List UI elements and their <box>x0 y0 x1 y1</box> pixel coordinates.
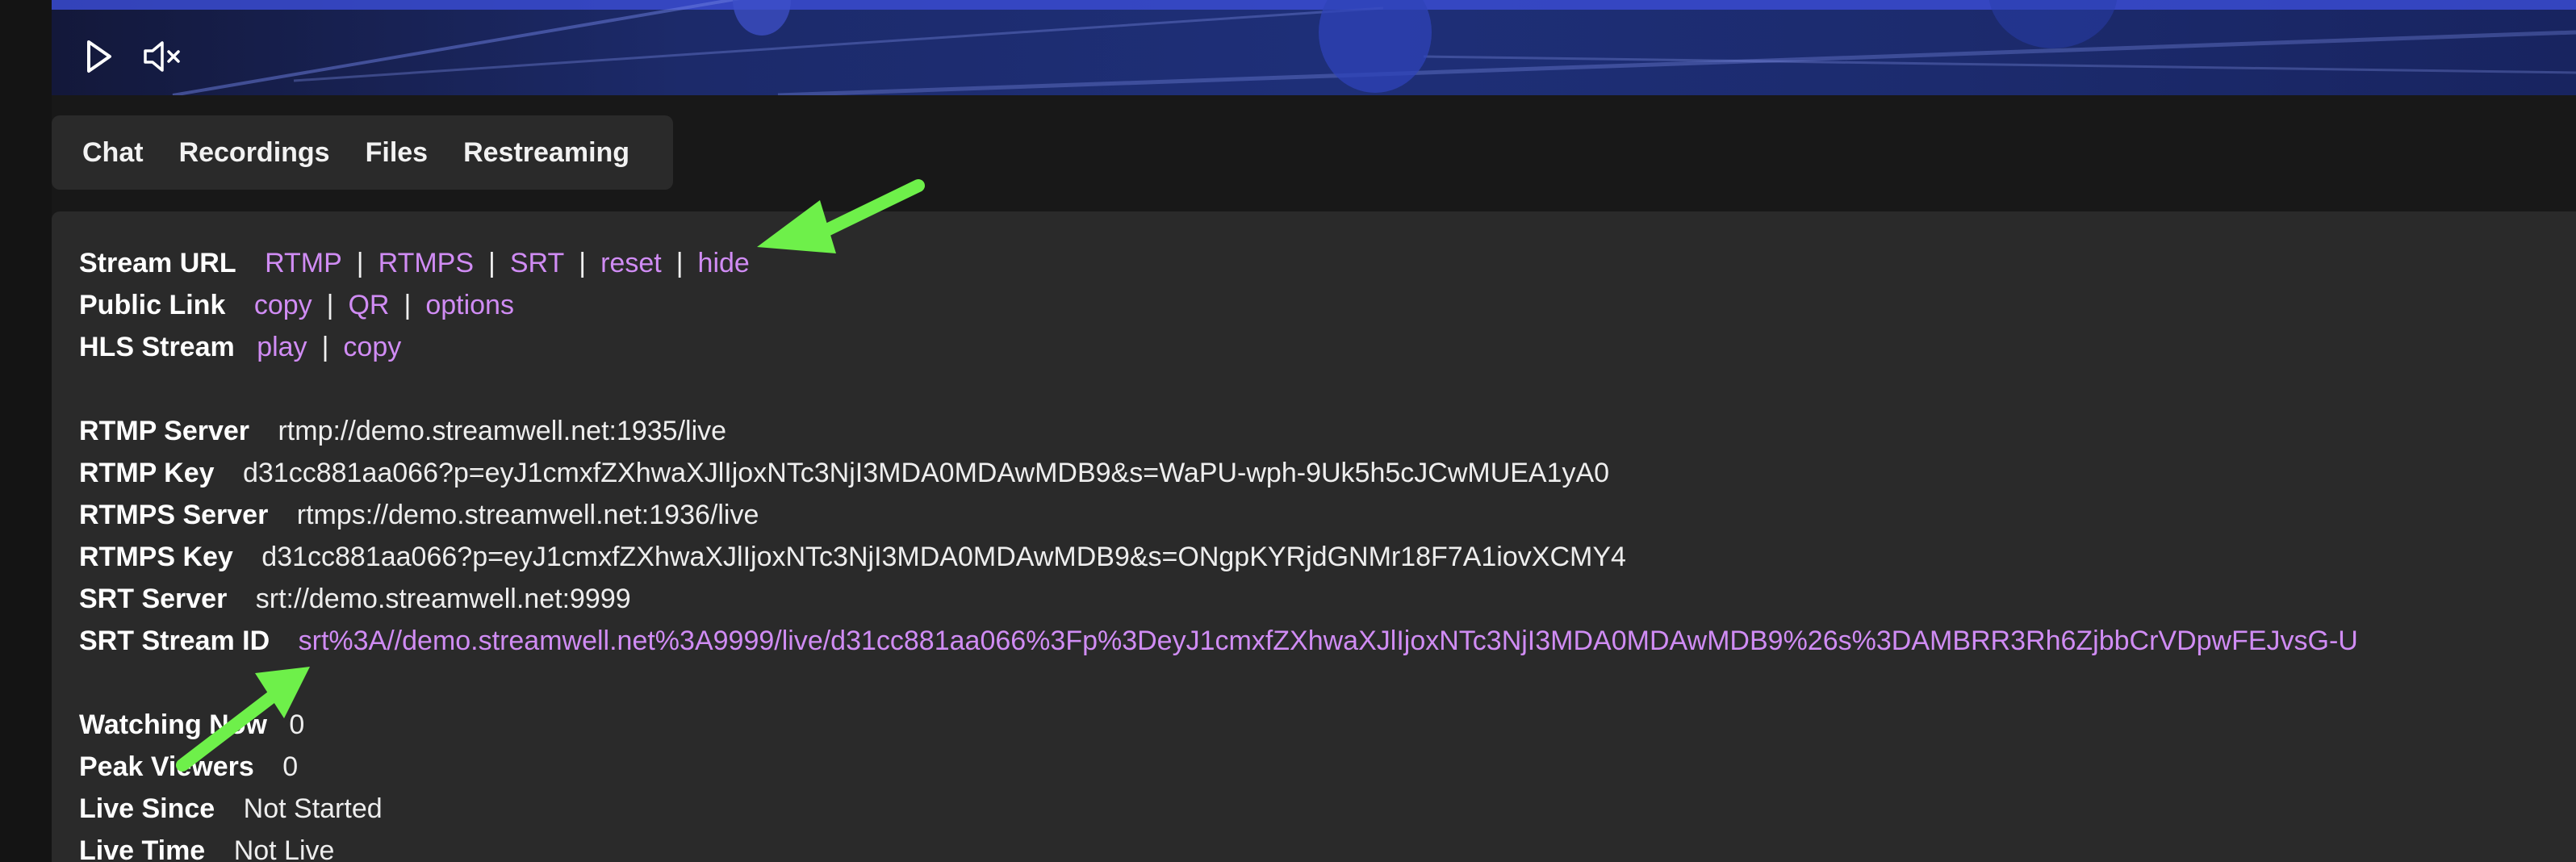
rtmp-server-row: RTMP Server rtmp://demo.streamwell.net:1… <box>79 410 2358 452</box>
volume-muted-icon <box>144 41 180 72</box>
watching-now-label: Watching Now <box>79 709 267 740</box>
srt-server-row: SRT Server srt://demo.streamwell.net:999… <box>79 578 2358 620</box>
public-link-row: Public Link copy | QR | options <box>79 284 2358 326</box>
separator: | <box>675 248 684 278</box>
rtmps-key-label: RTMPS Key <box>79 542 233 572</box>
separator: | <box>579 248 587 278</box>
hide-link[interactable]: hide <box>698 248 750 278</box>
srt-link[interactable]: SRT <box>510 248 564 278</box>
stream-info-panel: Stream URL RTMP | RTMPS | SRT | reset | hide Pub… <box>52 211 2576 862</box>
rtmps-server-row: RTMPS Server rtmps://demo.streamwell.net… <box>79 494 2358 536</box>
separator: | <box>356 248 364 278</box>
tab-recordings[interactable]: Recordings <box>179 137 330 169</box>
play-hls-link[interactable]: play <box>257 332 307 362</box>
video-frame <box>52 0 2576 95</box>
rtmp-key-row: RTMP Key d31cc881aa066?p=eyJ1cmxfZXhwaXJ… <box>79 452 2358 494</box>
qr-link[interactable]: QR <box>348 290 389 320</box>
srt-stream-id-link[interactable]: srt%3A//demo.streamwell.net%3A9999/live/… <box>299 626 2358 656</box>
tab-bar: Chat Recordings Files Restreaming <box>52 115 673 190</box>
hls-stream-label: HLS Stream <box>79 332 235 362</box>
rtmps-server-value: rtmps://demo.streamwell.net:1936/live <box>296 500 759 530</box>
live-time-row: Live Time Not Live <box>79 830 2358 862</box>
left-sidebar <box>0 0 52 862</box>
hls-stream-row: HLS Stream play | copy <box>79 326 2358 368</box>
peak-viewers-row: Peak Viewers 0 <box>79 746 2358 788</box>
rtmps-key-value: d31cc881aa066?p=eyJ1cmxfZXhwaXJlIjoxNTc3… <box>261 542 1626 572</box>
stream-url-row: Stream URL RTMP | RTMPS | SRT | reset | hide <box>79 242 2358 284</box>
watching-now-row: Watching Now 0 <box>79 704 2358 746</box>
mute-button[interactable] <box>142 36 184 77</box>
srt-server-value: srt://demo.streamwell.net:9999 <box>255 584 631 614</box>
separator: | <box>321 332 329 362</box>
srt-server-label: SRT Server <box>79 584 228 614</box>
copy-public-link[interactable]: copy <box>254 290 312 320</box>
rtmps-server-label: RTMPS Server <box>79 500 269 530</box>
separator: | <box>488 248 496 278</box>
stream-dashboard: Chat Recordings Files Restreaming Stream… <box>0 0 2576 862</box>
live-since-label: Live Since <box>79 793 215 824</box>
rtmp-server-label: RTMP Server <box>79 416 250 446</box>
video-player[interactable] <box>52 0 2576 95</box>
rtmp-key-value: d31cc881aa066?p=eyJ1cmxfZXhwaXJlIjoxNTc3… <box>242 458 1610 488</box>
play-icon <box>87 40 111 73</box>
live-time-value: Not Live <box>233 835 335 862</box>
tab-files[interactable]: Files <box>366 137 428 169</box>
separator: | <box>326 290 334 320</box>
rtmps-link[interactable]: RTMPS <box>378 248 474 278</box>
srt-stream-id-row: SRT Stream ID srt%3A//demo.streamwell.ne… <box>79 620 2358 662</box>
copy-hls-link[interactable]: copy <box>343 332 401 362</box>
watching-now-value: 0 <box>289 709 305 740</box>
live-time-label: Live Time <box>79 835 206 862</box>
play-button[interactable] <box>77 36 119 77</box>
live-since-row: Live Since Not Started <box>79 788 2358 830</box>
peak-viewers-value: 0 <box>282 751 299 782</box>
options-link[interactable]: options <box>425 290 514 320</box>
peak-viewers-label: Peak Viewers <box>79 751 254 782</box>
rtmp-server-value: rtmp://demo.streamwell.net:1935/live <box>278 416 727 446</box>
reset-link[interactable]: reset <box>600 248 662 278</box>
public-link-label: Public Link <box>79 290 226 320</box>
rtmps-key-row: RTMPS Key d31cc881aa066?p=eyJ1cmxfZXhwaX… <box>79 536 2358 578</box>
rtmp-link[interactable]: RTMP <box>265 248 342 278</box>
live-since-value: Not Started <box>243 793 383 824</box>
tab-chat[interactable]: Chat <box>82 137 144 169</box>
srt-stream-id-label: SRT Stream ID <box>79 626 270 656</box>
stream-url-label: Stream URL <box>79 248 236 278</box>
rtmp-key-label: RTMP Key <box>79 458 215 488</box>
separator: | <box>404 290 412 320</box>
tab-restreaming[interactable]: Restreaming <box>463 137 629 169</box>
